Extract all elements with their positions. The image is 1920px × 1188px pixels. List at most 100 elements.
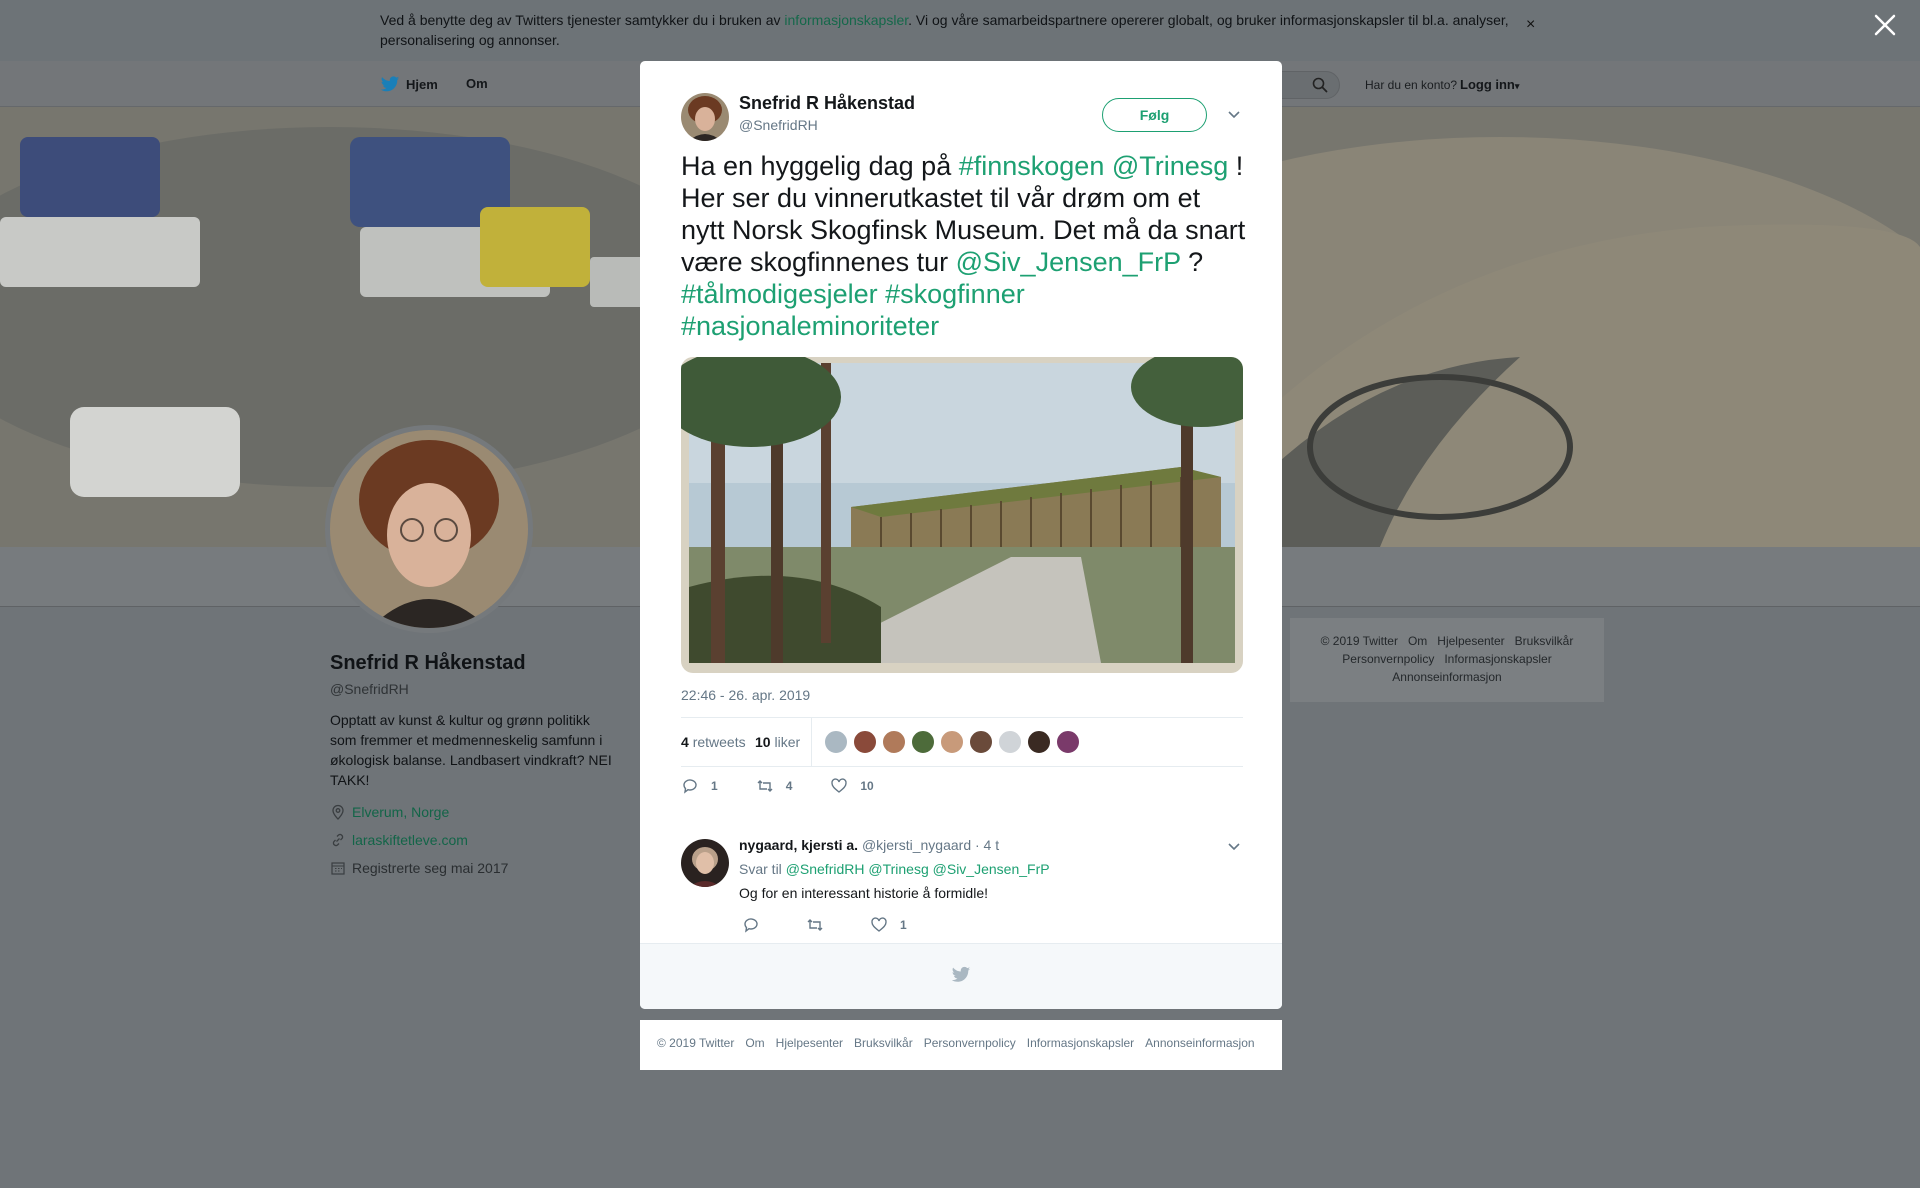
cookie-text: Ved å benytte deg av Twitters tjenester … bbox=[380, 10, 1520, 50]
tweet-timestamp[interactable]: 22:46 - 26. apr. 2019 bbox=[681, 687, 810, 703]
reply-retweet-button[interactable] bbox=[806, 916, 824, 934]
tweet-stats: 4 retweets 10 liker bbox=[681, 717, 1243, 767]
heart-icon bbox=[871, 917, 887, 932]
modal-footer-terms[interactable]: Bruksvilkår bbox=[854, 1036, 913, 1050]
tweet-link[interactable]: #finnskogen bbox=[959, 151, 1105, 181]
retweet-button[interactable]: 4 bbox=[756, 777, 793, 795]
tweet-link[interactable]: #skogfinner bbox=[885, 279, 1025, 309]
retweet-icon bbox=[757, 780, 773, 792]
calendar-icon bbox=[331, 862, 345, 875]
author-handle[interactable]: @SnefridRH bbox=[739, 117, 818, 133]
nav-about-link[interactable]: Om bbox=[466, 76, 488, 91]
liker-avatar[interactable] bbox=[998, 730, 1022, 754]
twitter-bird-icon bbox=[380, 76, 400, 92]
side-footer-row-2: Personvernpolicy Informasjonskapsler bbox=[1290, 650, 1604, 668]
profile-avatar[interactable] bbox=[325, 425, 533, 633]
tweet-link[interactable]: @Siv_Jensen_FrP bbox=[956, 247, 1181, 277]
nav-home-link[interactable]: Hjem bbox=[380, 76, 438, 93]
reply-time[interactable]: · 4 t bbox=[975, 837, 999, 853]
reply-button[interactable]: 1 bbox=[681, 777, 718, 795]
liker-avatar[interactable] bbox=[911, 730, 935, 754]
modal-footer-help[interactable]: Hjelpesenter bbox=[776, 1036, 843, 1050]
tweet-link[interactable]: @Trinesg bbox=[1112, 151, 1228, 181]
tweet-image[interactable] bbox=[681, 357, 1243, 673]
chevron-down-icon[interactable] bbox=[1226, 106, 1242, 122]
cookie-link[interactable]: informasjonskapsler bbox=[784, 12, 908, 28]
cookie-close-button[interactable]: × bbox=[1526, 17, 1540, 33]
author-name[interactable]: Snefrid R Håkenstad bbox=[739, 93, 915, 114]
follow-button[interactable]: Følg bbox=[1102, 98, 1207, 132]
tweet-actions: 1 4 10 bbox=[681, 777, 912, 795]
tweet-text-segment: ? bbox=[1180, 247, 1204, 277]
liker-avatar[interactable] bbox=[824, 730, 848, 754]
reply-author-handle[interactable]: @kjersti_nygaard bbox=[862, 837, 971, 853]
footer-link-privacy[interactable]: Personvernpolicy bbox=[1342, 652, 1434, 666]
footer-link-terms[interactable]: Bruksvilkår bbox=[1515, 634, 1574, 648]
modal-footer: © 2019 Twitter Om Hjelpesenter Bruksvilkår P… bbox=[640, 1020, 1282, 1070]
footer-link-about[interactable]: Om bbox=[1408, 634, 1427, 648]
side-footer-row-3: Annonseinformasjon bbox=[1290, 668, 1604, 686]
close-icon[interactable] bbox=[1872, 12, 1898, 38]
liker-avatar[interactable] bbox=[1027, 730, 1051, 754]
like-count: 10 bbox=[860, 779, 874, 793]
reply-avatar[interactable] bbox=[681, 839, 729, 887]
tweet-link[interactable]: #nasjonaleminoriteter bbox=[681, 311, 939, 341]
reply-author-name[interactable]: nygaard, kjersti a. bbox=[739, 837, 858, 853]
tweet-text-segment bbox=[1104, 151, 1112, 181]
profile-bio: Opptatt av kunst & kultur og grønn polit… bbox=[330, 712, 612, 788]
reply-text: Og for en interessant historie å formidl… bbox=[739, 885, 989, 901]
likes-stat[interactable]: 10 liker bbox=[755, 734, 800, 750]
liker-avatar[interactable] bbox=[969, 730, 993, 754]
footer-link-ads[interactable]: Annonseinformasjon bbox=[1392, 670, 1501, 684]
tweet-link[interactable]: #tålmodigesjeler bbox=[681, 279, 878, 309]
reply-to-label: Svar til bbox=[739, 861, 782, 877]
liker-avatar[interactable] bbox=[1056, 730, 1080, 754]
footer-link-cookies[interactable]: Informasjonskapsler bbox=[1444, 652, 1551, 666]
chevron-down-icon[interactable] bbox=[1226, 838, 1242, 854]
retweet-count: 4 bbox=[785, 779, 793, 793]
profile-handle[interactable]: @SnefridRH bbox=[330, 681, 409, 697]
reply-avatar-art bbox=[681, 839, 729, 887]
like-button[interactable]: 10 bbox=[830, 777, 874, 795]
profile-name[interactable]: Snefrid R Håkenstad bbox=[330, 652, 526, 675]
login-link[interactable]: Logg inn▾ bbox=[1460, 77, 1519, 92]
reply-mention-2[interactable]: @Trinesg bbox=[868, 861, 928, 877]
side-footer-row-1: © 2019 Twitter Om Hjelpesenter Bruksvilkår bbox=[1290, 632, 1604, 650]
reply-like-count: 1 bbox=[900, 918, 907, 932]
cookie-text-before: Ved å benytte deg av Twitters tjenester … bbox=[380, 12, 785, 28]
profile-location[interactable]: Elverum, Norge bbox=[352, 804, 449, 820]
reply-header: nygaard, kjersti a. @kjersti_nygaard · 4… bbox=[739, 837, 999, 853]
reply-mention-3[interactable]: @Siv_Jensen_FrP bbox=[933, 861, 1050, 877]
tweet-text: Ha en hyggelig dag på #finnskogen @Trine… bbox=[681, 150, 1251, 342]
cookie-banner: Ved å benytte deg av Twitters tjenester … bbox=[0, 0, 1920, 61]
caret-down-icon: ▾ bbox=[1514, 81, 1520, 91]
liker-avatar[interactable] bbox=[940, 730, 964, 754]
footer-copyright: © 2019 Twitter bbox=[1320, 634, 1398, 648]
likes-label: liker bbox=[774, 734, 801, 750]
profile-joined: Registrerte seg mai 2017 bbox=[352, 860, 509, 876]
profile-avatar-art bbox=[330, 430, 528, 628]
tweet-image-art bbox=[681, 357, 1243, 673]
tweet-text-segment bbox=[878, 279, 886, 309]
reply-reply-button[interactable] bbox=[742, 916, 760, 934]
retweets-stat[interactable]: 4 retweets bbox=[681, 734, 746, 750]
liker-avatars bbox=[824, 730, 1080, 754]
modal-footer-cookies[interactable]: Informasjonskapsler bbox=[1027, 1036, 1134, 1050]
footer-link-help[interactable]: Hjelpesenter bbox=[1437, 634, 1504, 648]
reply-like-button[interactable]: 1 bbox=[870, 916, 907, 934]
modal-footer-about[interactable]: Om bbox=[745, 1036, 764, 1050]
twitter-bird-icon bbox=[951, 966, 971, 982]
search-icon[interactable] bbox=[1312, 77, 1328, 93]
author-avatar[interactable] bbox=[681, 93, 729, 141]
modal-bottom-bar bbox=[640, 943, 1282, 1009]
liker-avatar[interactable] bbox=[853, 730, 877, 754]
profile-website[interactable]: laraskiftetleve.com bbox=[352, 832, 468, 848]
liker-avatar[interactable] bbox=[882, 730, 906, 754]
modal-footer-copyright: © 2019 Twitter bbox=[657, 1036, 735, 1050]
modal-footer-ads[interactable]: Annonseinformasjon bbox=[1145, 1036, 1254, 1050]
login-label: Logg inn bbox=[1460, 77, 1515, 92]
have-account-text: Har du en konto? bbox=[1365, 78, 1458, 92]
modal-footer-privacy[interactable]: Personvernpolicy bbox=[924, 1036, 1016, 1050]
reply-mention-1[interactable]: @SnefridRH bbox=[786, 861, 865, 877]
retweet-icon bbox=[807, 919, 823, 931]
